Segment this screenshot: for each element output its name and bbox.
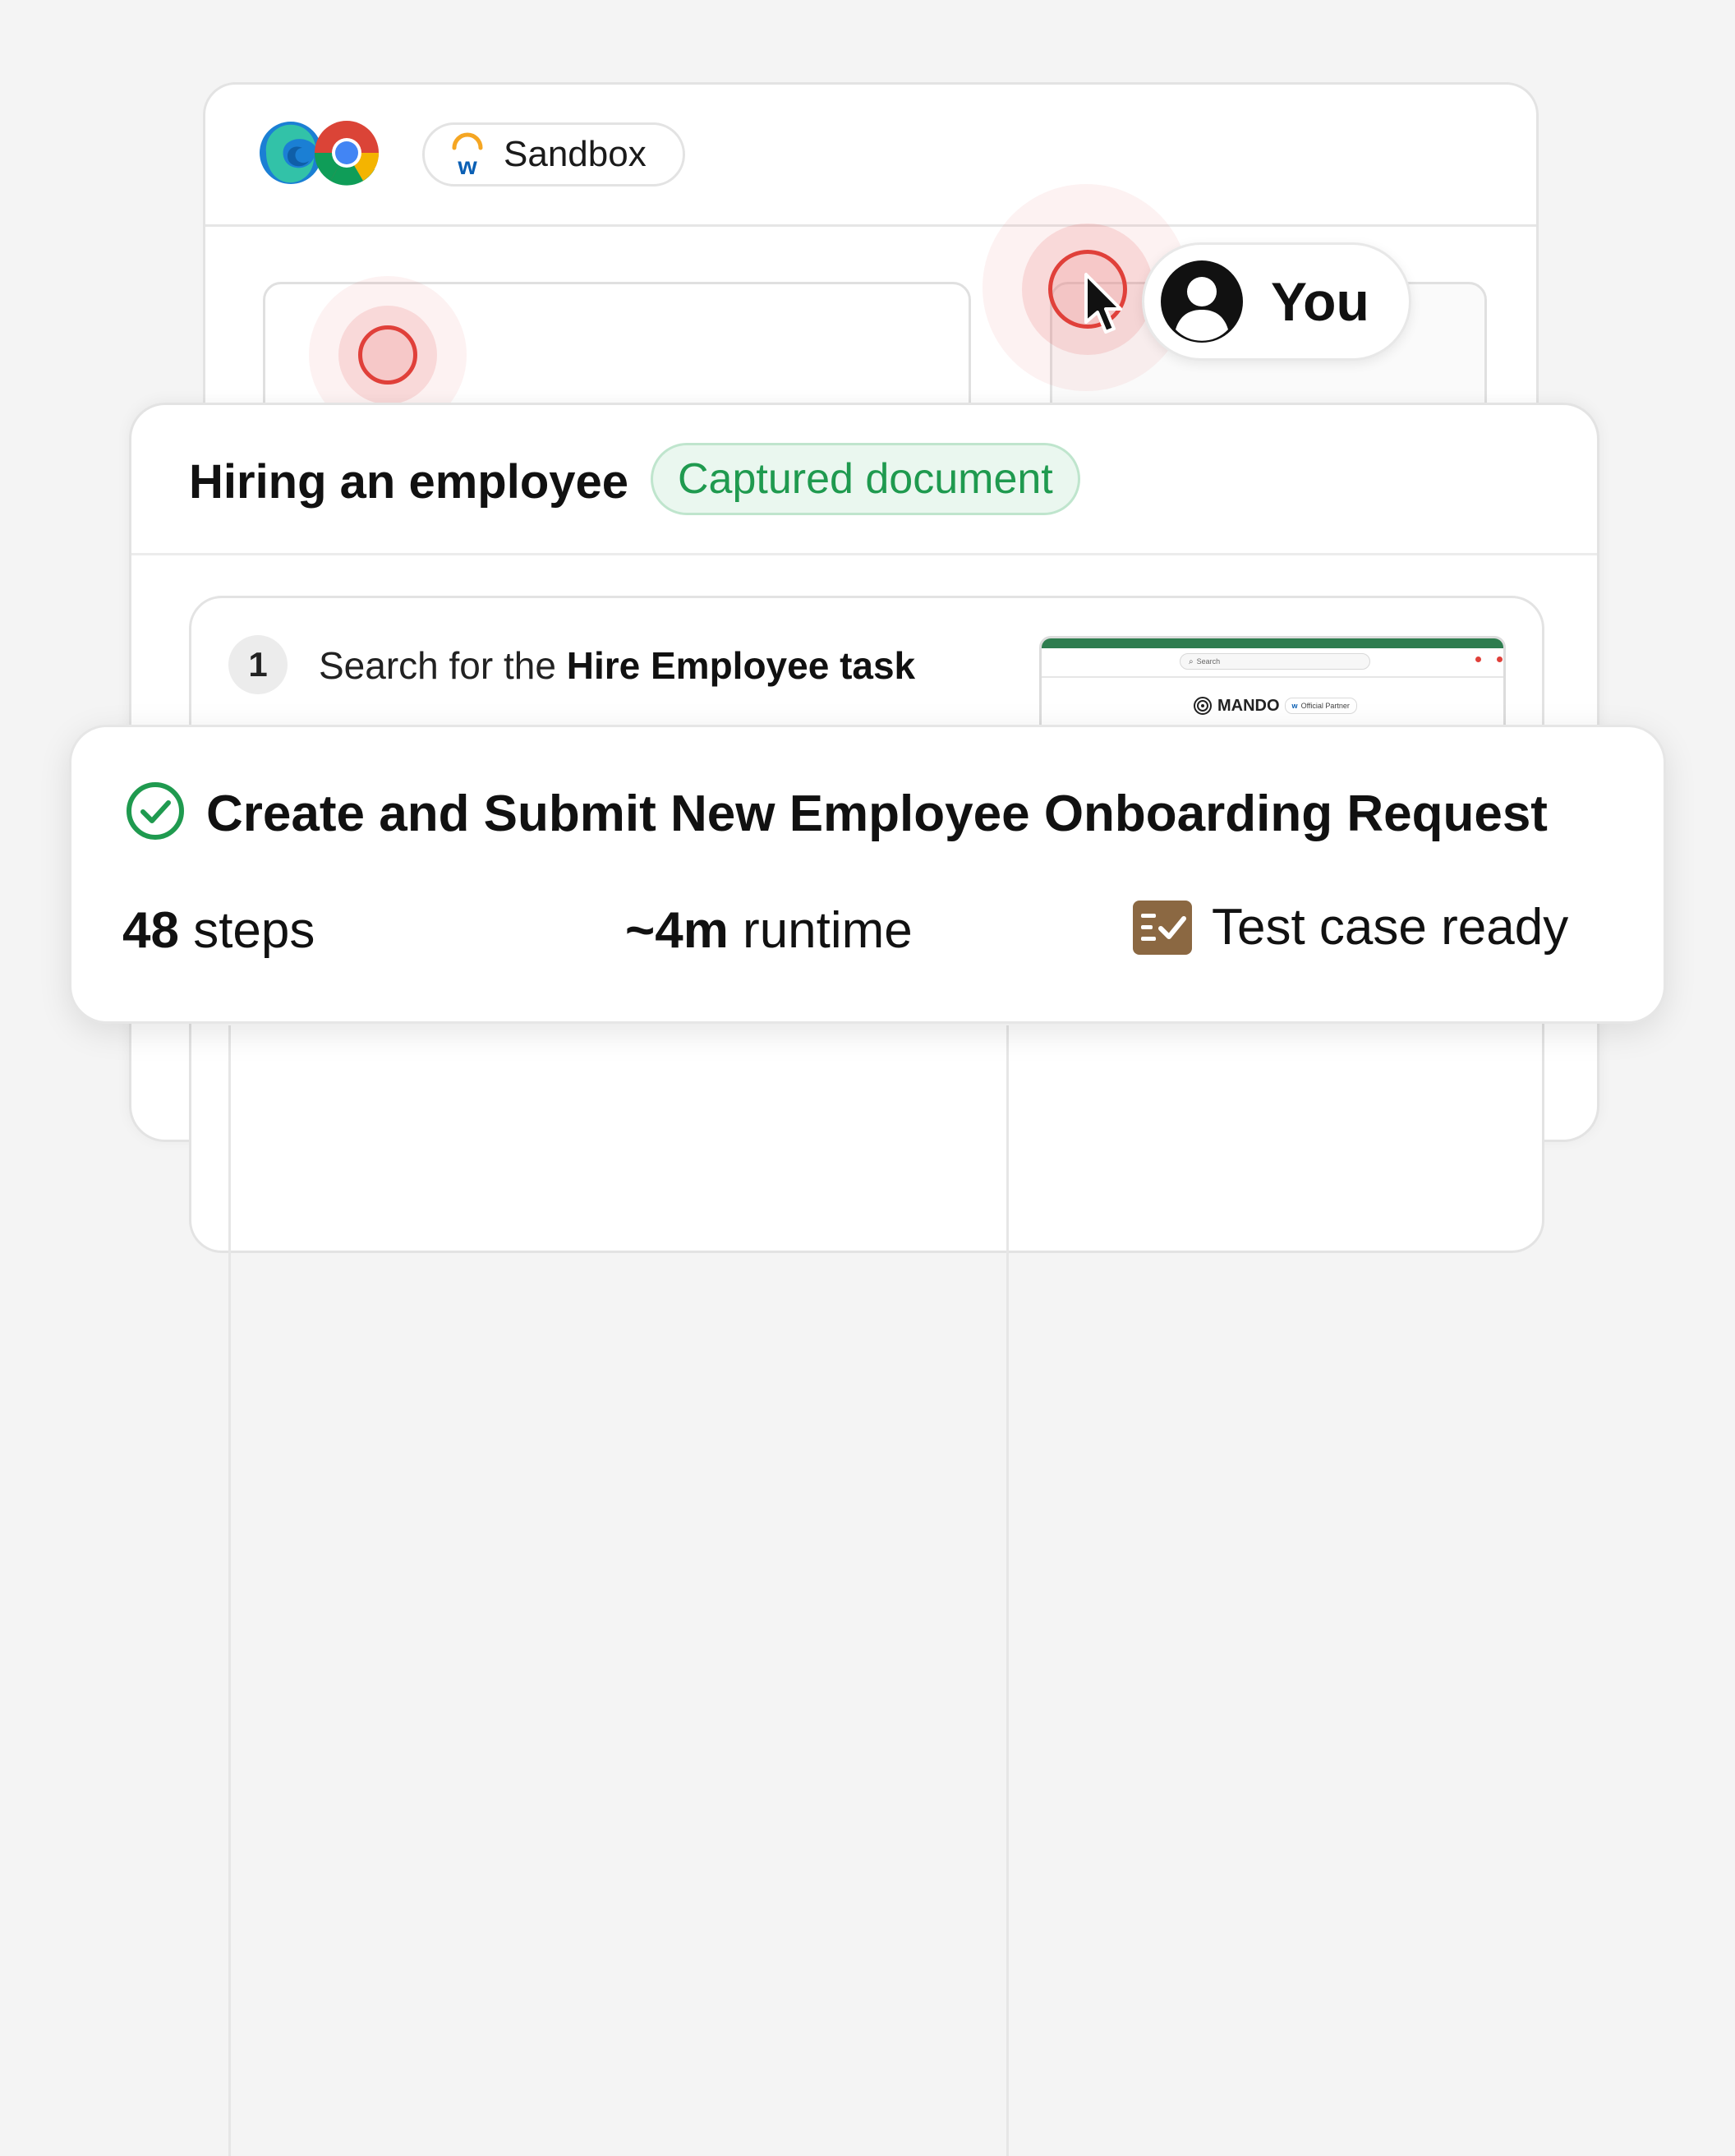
toolbar-divider	[205, 224, 1536, 227]
notification-dot-icon	[1475, 656, 1481, 662]
environment-tab[interactable]: w Sandbox	[422, 122, 685, 187]
svg-text:w: w	[457, 153, 477, 177]
thumbnail-partner-label: Official Partner	[1300, 702, 1350, 710]
steps-value: 48	[122, 902, 179, 959]
test-case-label: Test case ready	[1212, 899, 1569, 956]
runtime-label: runtime	[728, 902, 913, 959]
summary-card: Create and Submit New Employee Onboardin…	[69, 725, 1666, 1024]
summary-title: Create and Submit New Employee Onboardin…	[206, 785, 1548, 842]
document-header-divider	[131, 553, 1597, 555]
search-icon: ⌕	[1189, 656, 1194, 666]
collaborator-pill: You	[1142, 242, 1411, 361]
thumbnail-header-divider	[1042, 676, 1503, 678]
edge-icon	[260, 122, 322, 184]
thumbnail-partner-badge: w Official Partner	[1284, 698, 1357, 714]
test-case-status[interactable]: Test case ready	[1133, 898, 1568, 956]
mouse-cursor-icon	[1084, 273, 1122, 334]
workday-icon: w	[1291, 702, 1298, 710]
browser-logos	[260, 121, 380, 186]
step-text-prefix: Search for the	[319, 644, 567, 687]
user-avatar-icon	[1161, 260, 1243, 343]
thumbnail-top-bar	[1042, 638, 1503, 648]
notification-dot-icon	[1497, 656, 1503, 662]
checklist-icon	[1133, 900, 1192, 955]
collaborator-label: You	[1271, 271, 1369, 332]
mando-logo-icon	[1194, 697, 1212, 715]
step-number: 1	[228, 635, 288, 694]
thumbnail-search-placeholder: Search	[1196, 657, 1221, 666]
runtime-estimate: ~4m runtime	[625, 901, 913, 960]
environment-label: Sandbox	[504, 134, 647, 174]
thumbnail-brand-name: MANDO	[1217, 696, 1280, 715]
step-guide-line	[228, 1025, 231, 2156]
captured-document-badge: Captured document	[651, 443, 1080, 515]
step-text: Search for the Hire Employee task	[319, 643, 915, 688]
runtime-value: ~4m	[625, 902, 729, 959]
steps-label: steps	[178, 902, 315, 959]
thumbnail-search-field: ⌕ Search	[1180, 653, 1370, 670]
click-marker-ring	[358, 325, 417, 385]
workday-icon: w	[452, 132, 483, 177]
steps-count: 48 steps	[122, 901, 315, 960]
step-text-bold: Hire Employee task	[566, 644, 916, 687]
step-guide-line	[1006, 1025, 1009, 2156]
check-circle-icon	[127, 782, 184, 840]
chrome-icon	[314, 121, 380, 186]
thumbnail-brand: MANDO w Official Partner	[1193, 696, 1357, 716]
document-title: Hiring an employee	[189, 455, 629, 509]
